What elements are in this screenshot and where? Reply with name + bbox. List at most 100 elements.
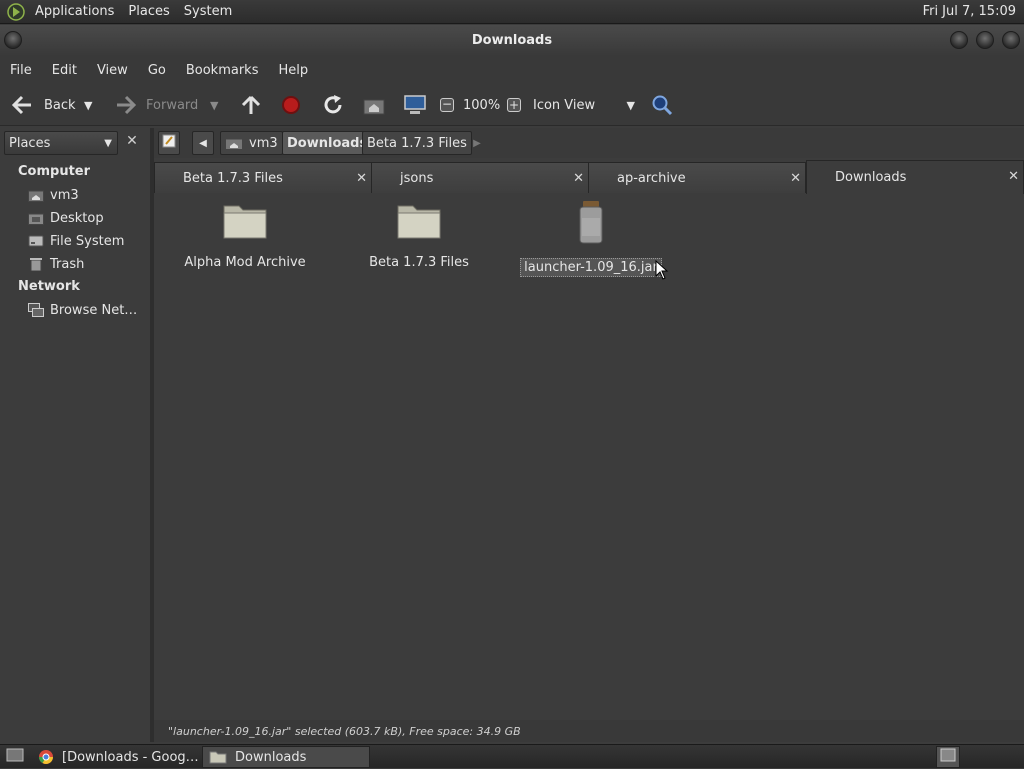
view-mode-label: Icon View bbox=[533, 97, 596, 113]
forward-button[interactable]: Forward bbox=[114, 84, 198, 126]
tab-label: Beta 1.7.3 Files bbox=[183, 170, 283, 186]
search-icon bbox=[651, 94, 673, 116]
clock[interactable]: Fri Jul 7, 15:09 bbox=[923, 4, 1016, 19]
forward-history-dropdown[interactable]: ▼ bbox=[210, 84, 218, 126]
taskbar-item-label: [Downloads - Goog… bbox=[62, 749, 199, 765]
taskbar-item-downloads[interactable]: Downloads bbox=[202, 746, 370, 768]
sidebar-item-label: Desktop bbox=[50, 210, 104, 226]
tab-label: ap-archive bbox=[617, 170, 686, 186]
forward-arrow-icon bbox=[114, 93, 138, 117]
applications-menu[interactable]: Applications bbox=[28, 4, 121, 19]
tab-downloads[interactable]: Downloads ✕ bbox=[806, 160, 1024, 194]
stop-button[interactable] bbox=[281, 84, 301, 126]
computer-button[interactable] bbox=[403, 84, 427, 126]
sidebar-item-file-system[interactable]: File System bbox=[28, 231, 124, 251]
desktop-folder-icon bbox=[28, 211, 44, 225]
back-button[interactable]: Back bbox=[10, 84, 76, 126]
zoom-out-button[interactable]: − bbox=[440, 84, 454, 126]
places-menu[interactable]: Places bbox=[121, 4, 176, 19]
chevron-right-icon: ▶ bbox=[473, 137, 481, 149]
crumb-downloads[interactable]: Downloads bbox=[282, 131, 373, 155]
sidebar-item-vm3[interactable]: vm3 bbox=[28, 185, 79, 205]
menu-bookmarks[interactable]: Bookmarks bbox=[179, 63, 266, 78]
file-item-beta-files[interactable]: Beta 1.7.3 Files bbox=[329, 200, 509, 271]
maximize-button[interactable] bbox=[976, 31, 994, 49]
tab-ap-archive[interactable]: ap-archive ✕ bbox=[588, 162, 806, 193]
file-name: Alpha Mod Archive bbox=[184, 255, 306, 270]
folder-icon bbox=[396, 200, 442, 240]
menu-view[interactable]: View bbox=[90, 63, 135, 78]
sidebar-section-network: Network bbox=[18, 279, 80, 294]
crumbs-scroll-left-button[interactable]: ◀ bbox=[192, 131, 214, 155]
tab-beta-files[interactable]: Beta 1.7.3 Files ✕ bbox=[154, 162, 372, 193]
file-view[interactable]: Alpha Mod Archive Beta 1.7.3 Files launc… bbox=[154, 194, 1024, 718]
sidebar-item-desktop[interactable]: Desktop bbox=[28, 208, 104, 228]
up-button[interactable] bbox=[240, 84, 262, 126]
sidebar-type-label: Places bbox=[9, 135, 51, 151]
window-titlebar[interactable]: Downloads bbox=[0, 25, 1024, 56]
close-tab-icon[interactable]: ✕ bbox=[790, 171, 801, 186]
toggle-location-entry-button[interactable] bbox=[158, 131, 180, 155]
jar-icon bbox=[574, 200, 608, 244]
crumb-label: Downloads bbox=[287, 135, 368, 151]
back-arrow-icon bbox=[10, 93, 34, 117]
tab-label: Downloads bbox=[835, 170, 907, 185]
menu-file[interactable]: File bbox=[3, 63, 39, 78]
chevron-down-icon: ▼ bbox=[104, 137, 112, 149]
crumb-label: Beta 1.7.3 Files bbox=[367, 135, 467, 151]
menu-edit[interactable]: Edit bbox=[45, 63, 84, 78]
search-button[interactable] bbox=[651, 84, 673, 126]
file-name: launcher-1.09_16.jar bbox=[520, 258, 662, 277]
zoom-in-icon: + bbox=[507, 98, 521, 112]
workspace-switcher[interactable] bbox=[936, 746, 960, 768]
location-bar: ◀ vm3 Downloads Beta 1.7.3 Files ▶ bbox=[154, 128, 1024, 158]
close-window-button[interactable] bbox=[1002, 31, 1020, 49]
close-tab-icon[interactable]: ✕ bbox=[573, 171, 584, 186]
top-panel: Applications Places System Fri Jul 7, 15… bbox=[0, 0, 1024, 24]
show-desktop-button[interactable] bbox=[0, 746, 28, 768]
zoom-in-button[interactable]: + bbox=[507, 84, 521, 126]
crumb-label: vm3 bbox=[249, 135, 278, 151]
menubar: File Edit View Go Bookmarks Help bbox=[0, 56, 1024, 84]
minimize-button[interactable] bbox=[950, 31, 968, 49]
sidebar-section-computer: Computer bbox=[18, 164, 91, 179]
file-item-launcher-jar[interactable]: launcher-1.09_16.jar bbox=[501, 200, 681, 277]
tab-bar: Beta 1.7.3 Files ✕ jsons ✕ ap-archive ✕ … bbox=[154, 160, 1024, 194]
menu-go[interactable]: Go bbox=[141, 63, 173, 78]
close-tab-icon[interactable]: ✕ bbox=[1008, 169, 1019, 184]
gnome-foot-icon[interactable] bbox=[6, 2, 26, 22]
drive-icon bbox=[28, 234, 44, 248]
view-mode-select[interactable]: Icon View ▼ bbox=[533, 84, 637, 126]
crumbs-scroll-right-button[interactable]: ▶ bbox=[468, 131, 486, 155]
system-menu[interactable]: System bbox=[177, 4, 239, 19]
folder-icon bbox=[222, 200, 268, 240]
zoom-level[interactable]: 100% bbox=[463, 84, 500, 126]
forward-label: Forward bbox=[146, 97, 199, 113]
taskbar-item-label: Downloads bbox=[235, 749, 307, 765]
taskbar-item-chrome[interactable]: [Downloads - Goog… bbox=[32, 746, 202, 768]
zoom-out-icon: − bbox=[440, 97, 454, 112]
window-menu-icon[interactable] bbox=[4, 31, 22, 49]
tab-jsons[interactable]: jsons ✕ bbox=[371, 162, 589, 193]
edit-icon bbox=[162, 134, 176, 152]
crumb-vm3[interactable]: vm3 bbox=[220, 131, 283, 155]
home-folder-icon bbox=[363, 95, 385, 115]
close-sidebar-button[interactable]: ✕ bbox=[122, 133, 142, 153]
back-label: Back bbox=[44, 97, 76, 113]
home-folder-icon bbox=[225, 136, 243, 150]
home-button[interactable] bbox=[363, 84, 385, 126]
sidebar-type-select[interactable]: Places ▼ bbox=[4, 131, 118, 155]
chevron-down-icon: ▼ bbox=[210, 98, 219, 112]
close-icon: ✕ bbox=[126, 133, 138, 149]
file-item-alpha-mod-archive[interactable]: Alpha Mod Archive bbox=[155, 200, 335, 271]
sidebar-item-browse-network[interactable]: Browse Net… bbox=[28, 300, 137, 320]
sidebar-item-trash[interactable]: Trash bbox=[28, 254, 84, 274]
menu-help[interactable]: Help bbox=[271, 63, 315, 78]
folder-icon bbox=[209, 750, 227, 764]
close-tab-icon[interactable]: ✕ bbox=[356, 171, 367, 186]
sidebar: Places ▼ ✕ Computer vm3 Desktop File Sys… bbox=[0, 128, 150, 742]
reload-button[interactable] bbox=[322, 84, 344, 126]
back-history-dropdown[interactable]: ▼ bbox=[84, 84, 92, 126]
crumb-beta-files[interactable]: Beta 1.7.3 Files bbox=[362, 131, 472, 155]
workspace-icon bbox=[940, 747, 956, 767]
